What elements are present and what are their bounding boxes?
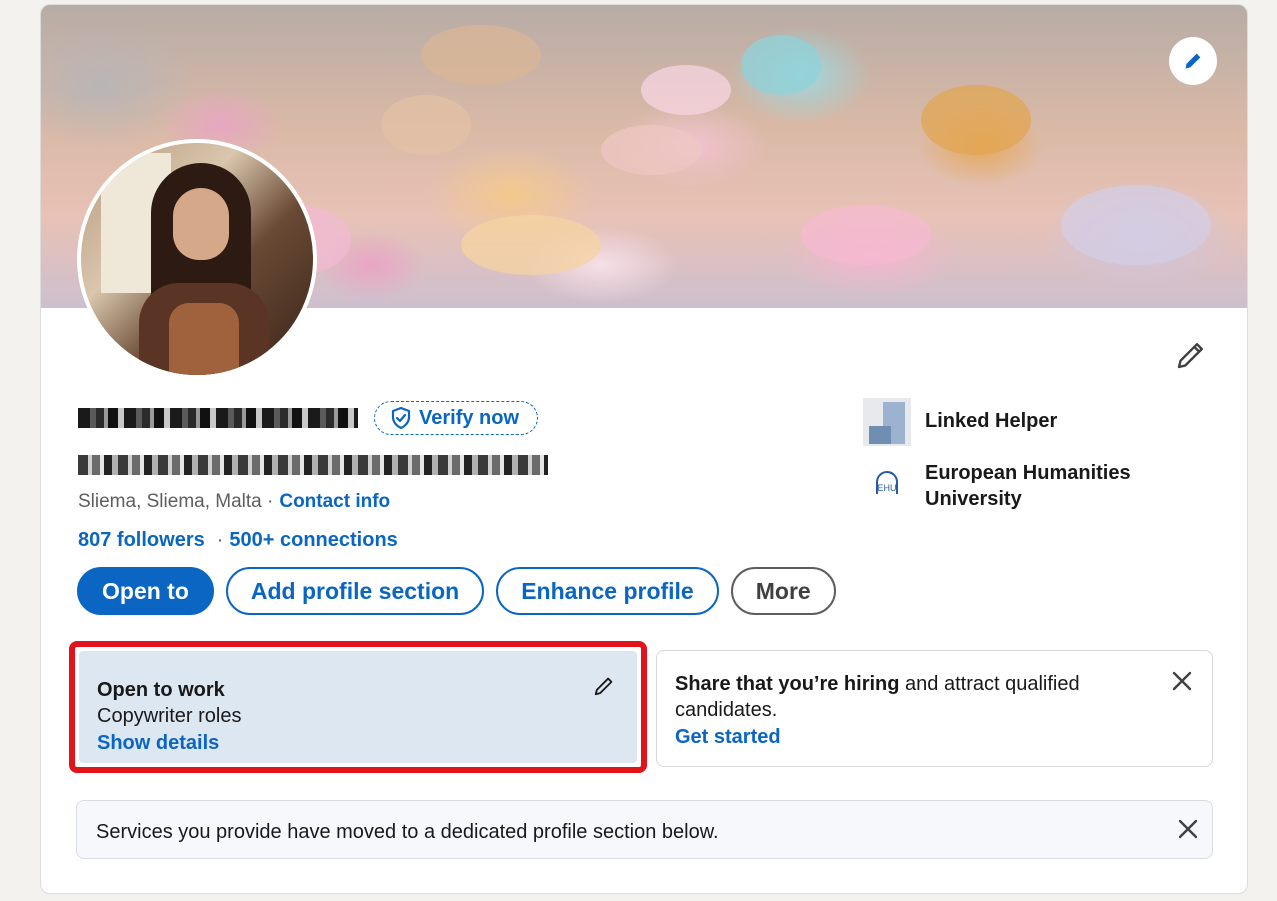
org-linked-helper[interactable]: Linked Helper — [863, 398, 1165, 446]
dismiss-hiring-button[interactable] — [1168, 667, 1196, 695]
pencil-icon — [1177, 343, 1203, 369]
contact-info-link[interactable]: Contact info — [279, 491, 390, 513]
followers-link[interactable]: 807 followers — [78, 529, 205, 552]
network-stats: 807 followers · 500+ connections — [78, 529, 398, 552]
verify-now-label: Verify now — [419, 406, 520, 429]
close-icon — [1178, 819, 1198, 839]
close-icon — [1172, 671, 1192, 691]
verify-now-button[interactable]: Verify now — [374, 401, 539, 435]
linked-helper-logo — [863, 398, 911, 446]
dismiss-services-notice-button[interactable] — [1174, 815, 1202, 843]
open-to-work-title: Open to work — [97, 679, 225, 701]
open-to-button[interactable]: Open to — [77, 567, 214, 615]
org-name-linked-helper: Linked Helper — [925, 410, 1058, 432]
edit-intro-button[interactable] — [1173, 337, 1209, 373]
hiring-text: Share that you’re hiring and attract qua… — [675, 671, 1152, 723]
hiring-text-bold: Share that you’re hiring — [675, 673, 900, 695]
shield-check-icon — [391, 407, 411, 429]
more-button[interactable]: More — [730, 567, 836, 615]
edit-open-to-work-button[interactable] — [591, 673, 617, 699]
services-notice-text: Services you provide have moved to a ded… — [96, 821, 719, 843]
connections-link[interactable]: 500+ connections — [229, 529, 397, 552]
hiring-card: Share that you’re hiring and attract qua… — [656, 650, 1213, 767]
profile-actions: Open to Add profile section Enhance prof… — [77, 567, 836, 615]
location-text: Sliema, Sliema, Malta · — [78, 491, 274, 512]
show-details-link[interactable]: Show details — [97, 729, 617, 757]
headline-redacted — [78, 455, 548, 475]
open-to-work-card-highlight: Open to work Copywriter roles Show detai… — [69, 641, 647, 773]
pencil-icon — [594, 677, 613, 696]
get-started-link[interactable]: Get started — [675, 723, 1152, 751]
services-notice: Services you provide have moved to a ded… — [76, 800, 1213, 859]
profile-photo[interactable] — [77, 139, 317, 379]
profile-name-redacted — [78, 408, 358, 428]
org-name-ehu: European Humanities University — [925, 462, 1131, 510]
ehu-logo: EHU — [863, 460, 911, 508]
org-list: Linked Helper EHU European Humanities Un… — [863, 398, 1165, 526]
pencil-icon — [1185, 53, 1201, 69]
name-row: Verify now — [78, 401, 539, 435]
profile-card: Verify now Sliema, Sliema, Malta · Conta… — [40, 4, 1248, 894]
enhance-profile-button[interactable]: Enhance profile — [496, 567, 719, 615]
add-profile-section-button[interactable]: Add profile section — [225, 567, 485, 615]
svg-text:EHU: EHU — [877, 483, 896, 493]
open-to-work-card: Open to work Copywriter roles Show detai… — [79, 651, 637, 763]
open-to-work-roles: Copywriter roles — [97, 705, 242, 727]
edit-cover-button[interactable] — [1169, 37, 1217, 85]
org-european-humanities-university[interactable]: EHU European Humanities University — [863, 460, 1165, 512]
stats-separator: · — [216, 529, 224, 551]
location-row: Sliema, Sliema, Malta · Contact info — [78, 491, 390, 513]
